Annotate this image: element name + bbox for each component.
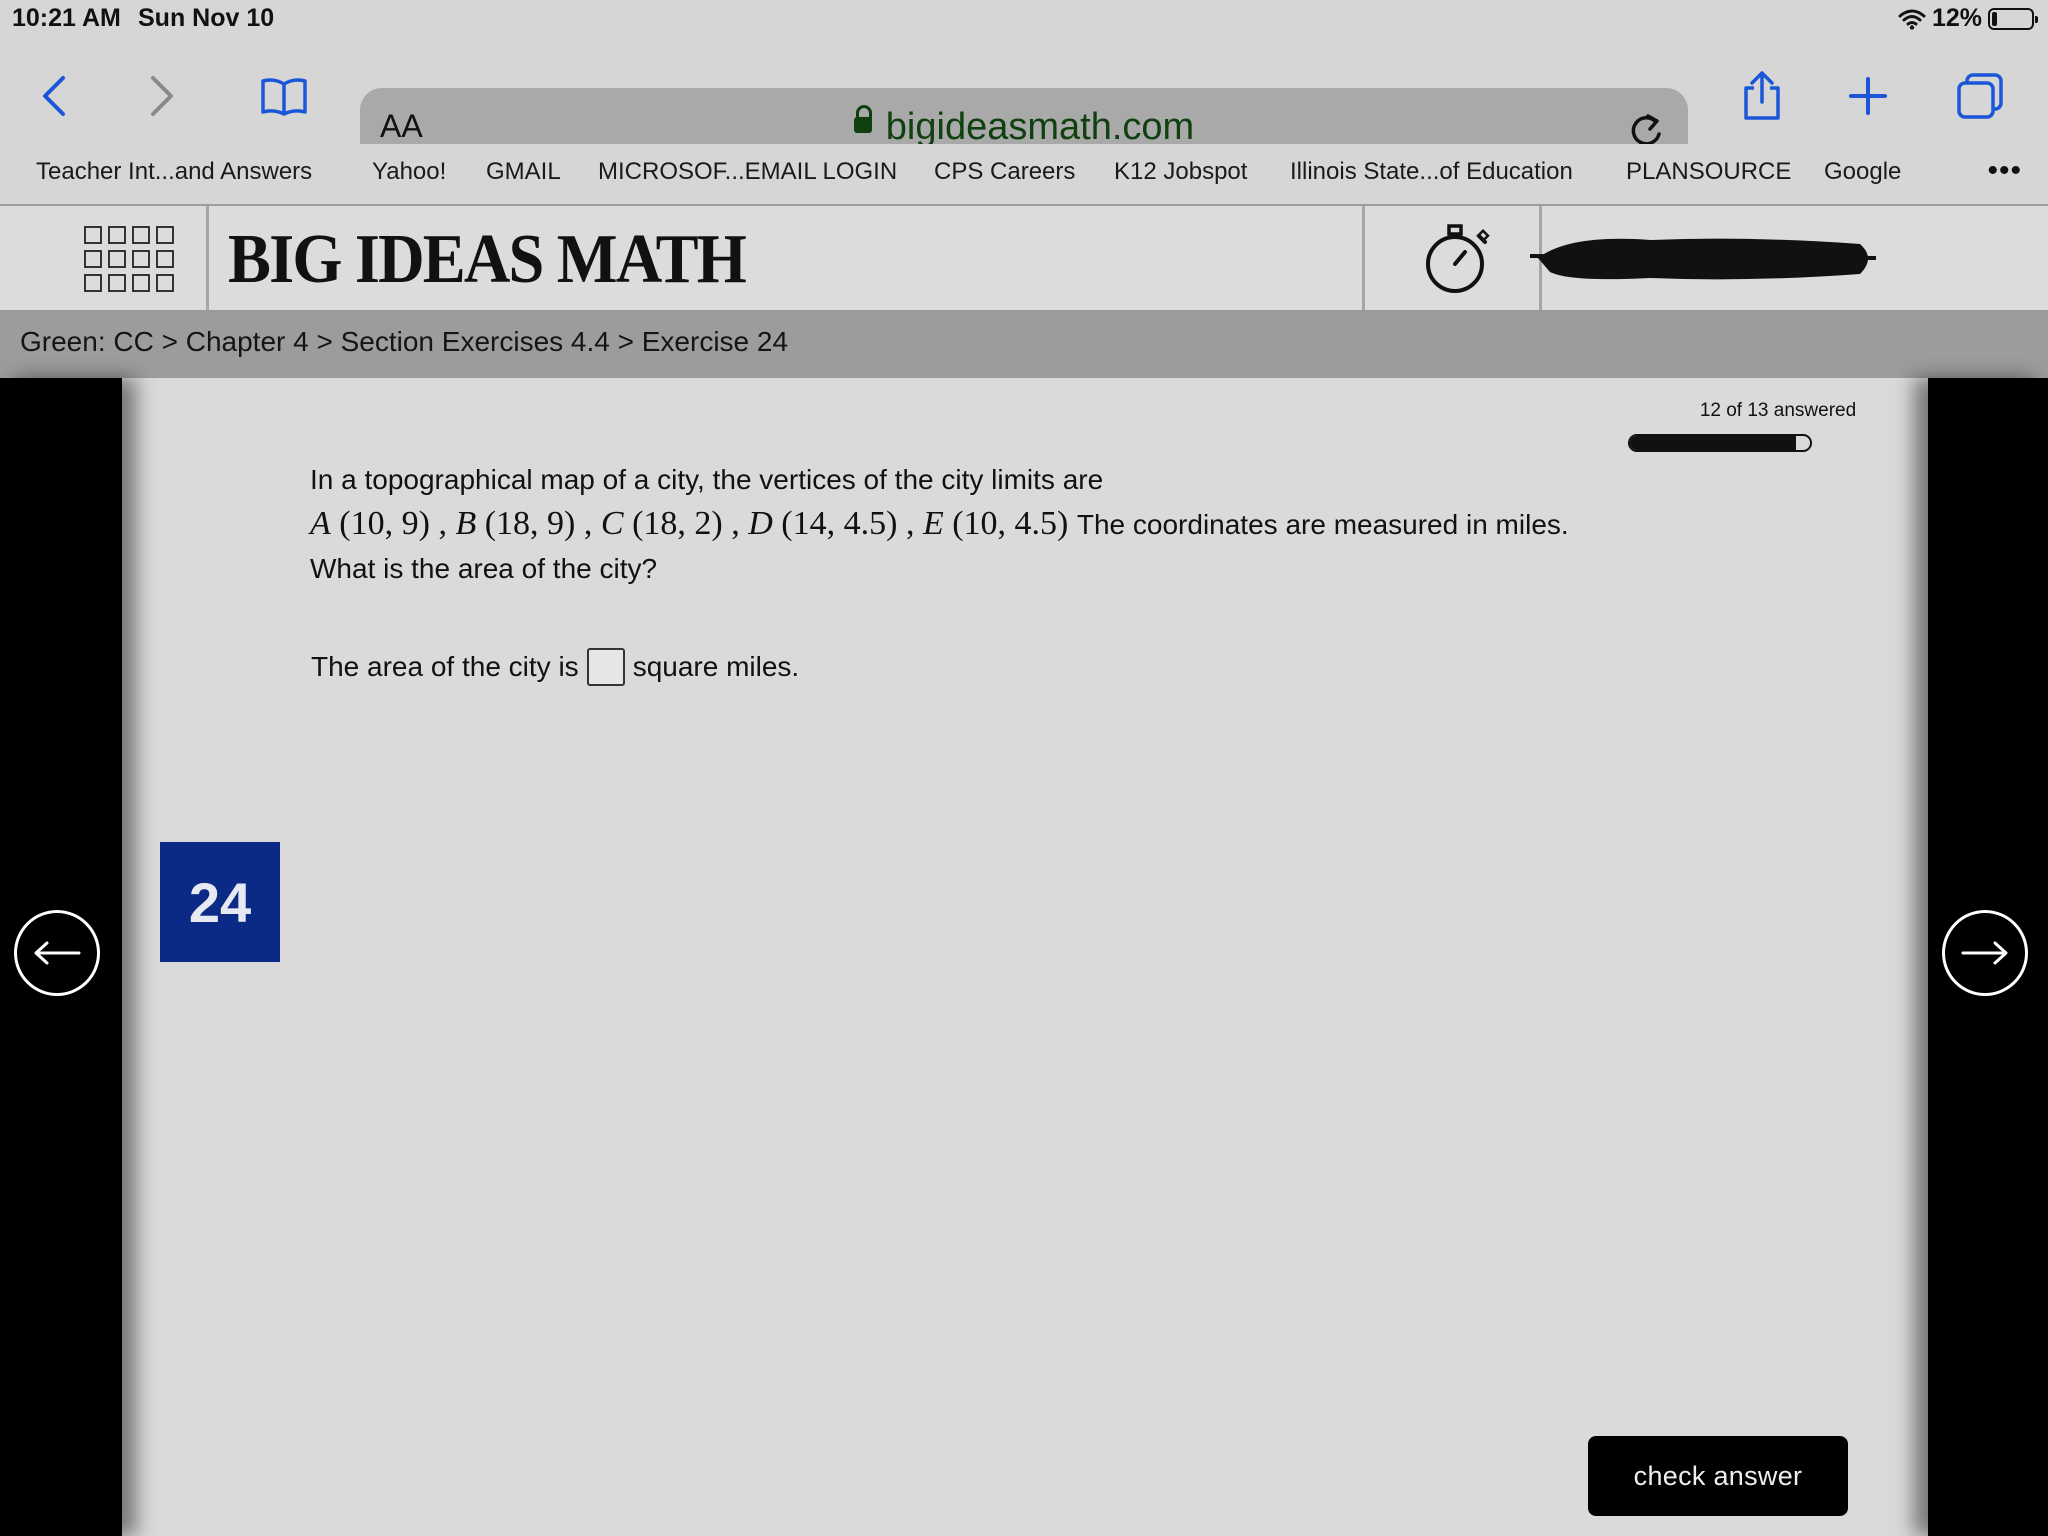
answer-input[interactable] xyxy=(586,648,625,686)
status-time: 10:21 AM xyxy=(12,4,121,32)
tabs-overview-icon xyxy=(1957,73,2003,119)
exercise-number-badge: 24 xyxy=(160,842,280,962)
vertex-b: B (18, 9) xyxy=(455,505,576,542)
breadcrumb[interactable]: Green: CC > Chapter 4 > Section Exercise… xyxy=(20,326,788,358)
vertex-c: C (18, 2) xyxy=(600,505,723,542)
site-header: BIG IDEAS MATH xyxy=(0,206,2048,312)
bookmark-cps-careers[interactable]: CPS Careers xyxy=(934,158,1075,186)
new-tab-plus-icon xyxy=(1849,77,1887,115)
bookmarks-bar: Teacher Int...and Answers Yahoo! GMAIL M… xyxy=(0,144,2048,206)
battery-icon xyxy=(1988,7,2038,30)
question-text: In a topographical map of a city, the ve… xyxy=(310,458,1570,591)
lock-icon xyxy=(853,104,872,133)
more-bookmarks-button[interactable]: ••• xyxy=(1987,154,2022,188)
vertex-a: A (10, 9) xyxy=(310,505,430,542)
url-field[interactable]: bigideasmath.com xyxy=(360,104,1688,149)
back-button[interactable] xyxy=(26,68,82,124)
user-name-redacted xyxy=(1530,238,1876,280)
vertex-list: A (10, 9) , B (18, 9) , C (18, 2) , D (1… xyxy=(310,505,1069,542)
bookmarks-book-icon xyxy=(261,78,307,116)
left-side-panel xyxy=(0,378,122,1536)
tabs-button[interactable] xyxy=(1952,68,2008,124)
bookmark-teacher[interactable]: Teacher Int...and Answers xyxy=(36,158,312,186)
arrow-left-icon xyxy=(34,941,81,965)
bookmark-k12-jobspot[interactable]: K12 Jobspot xyxy=(1114,158,1247,186)
status-date: Sun Nov 10 xyxy=(138,4,275,32)
bookmark-microsoft-email[interactable]: MICROSOF...EMAIL LOGIN xyxy=(598,158,897,186)
question-intro: In a topographical map of a city, the ve… xyxy=(310,464,1104,495)
bookmark-gmail[interactable]: GMAIL xyxy=(486,158,561,186)
answer-line: The area of the city is square miles. xyxy=(311,648,799,686)
right-side-panel xyxy=(1928,378,2048,1536)
new-tab-button[interactable] xyxy=(1840,68,1896,124)
vertex-d: D (14, 4.5) xyxy=(748,505,898,542)
status-bar: 10:21 AM Sun Nov 10 12% xyxy=(0,0,2048,40)
back-icon xyxy=(43,76,65,116)
answer-suffix: square miles. xyxy=(632,651,800,682)
breadcrumb-bar: Green: CC > Chapter 4 > Section Exercise… xyxy=(0,312,2048,378)
bookmark-yahoo[interactable]: Yahoo! xyxy=(372,158,446,186)
answer-prefix: The area of the city is xyxy=(311,651,579,682)
next-exercise-button[interactable] xyxy=(1942,910,2028,996)
progress-fill xyxy=(1630,436,1797,450)
forward-button[interactable] xyxy=(134,68,190,124)
vertex-e: E (10, 4.5) xyxy=(922,505,1069,542)
apps-menu-button[interactable] xyxy=(0,206,209,310)
timer-button[interactable] xyxy=(1362,206,1542,310)
battery-percent: 12% xyxy=(1931,4,1982,32)
check-answer-button[interactable]: check answer xyxy=(1588,1436,1848,1516)
exercise-card: 12 of 13 answered In a topographical map… xyxy=(160,378,1888,1536)
browser-toolbar: AA bigideasmath.com xyxy=(0,40,2048,174)
previous-exercise-button[interactable] xyxy=(14,910,100,996)
url-text: bigideasmath.com xyxy=(885,106,1195,148)
share-button[interactable] xyxy=(1734,68,1790,124)
progress-bar xyxy=(1628,434,1812,452)
progress-label: 12 of 13 answered xyxy=(1699,400,1857,421)
arrow-right-icon xyxy=(1961,941,2008,965)
bookmarks-button[interactable] xyxy=(256,68,312,124)
share-icon xyxy=(1744,71,1780,120)
stopwatch-icon xyxy=(1426,224,1490,293)
wifi-icon xyxy=(1898,9,1926,30)
bookmark-plansource[interactable]: PLANSOURCE xyxy=(1626,158,1791,186)
site-logo: BIG IDEAS MATH xyxy=(228,221,747,298)
apps-grid-icon xyxy=(84,226,174,292)
bookmark-illinois-state[interactable]: Illinois State...of Education xyxy=(1290,158,1573,186)
bookmark-google[interactable]: Google xyxy=(1824,158,1901,186)
status-right: 12% xyxy=(1898,4,2038,33)
forward-icon xyxy=(151,76,173,116)
